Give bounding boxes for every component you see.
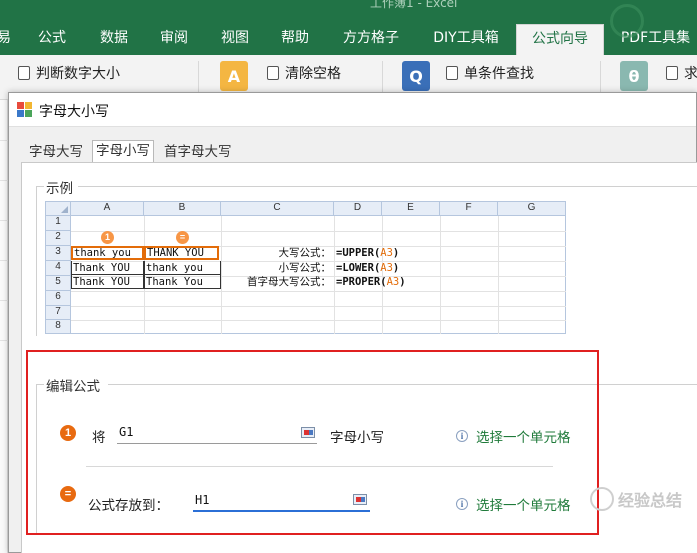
watermark-logo-icon — [590, 487, 614, 511]
cell-b5: Thank You — [144, 275, 221, 289]
col-header: F — [440, 202, 498, 216]
row-header: 2 — [46, 231, 71, 246]
app-logo-icon — [17, 102, 33, 118]
ribbon-judge-number[interactable]: 判断数字大小 — [18, 63, 120, 83]
row-header: 5 — [46, 276, 71, 291]
tab-partial[interactable]: 易 — [0, 24, 12, 55]
tab-proper-case[interactable]: 首字母大写 — [161, 142, 235, 163]
window-title: 工作簿1 - Excel — [370, 0, 458, 10]
cell-a5: Thank YOU — [71, 275, 144, 289]
tab-help[interactable]: 帮助 — [271, 24, 319, 55]
tab-view[interactable]: 视图 — [211, 24, 259, 55]
cell-a4: Thank YOU — [71, 261, 144, 275]
col-header: E — [382, 202, 440, 216]
label-proper: 首字母大写公式： — [247, 276, 331, 288]
lookup-function-icon[interactable]: Q — [402, 61, 430, 91]
example-spreadsheet: A B C D E F G 1 2 3 4 5 6 7 8 1 = thank … — [45, 201, 566, 334]
row-header: 7 — [46, 306, 71, 320]
tab-fangfang[interactable]: 方方格子 — [333, 24, 409, 55]
col-header: B — [144, 202, 221, 216]
cell-b4: thank you — [144, 261, 221, 275]
tab-diy-toolbox[interactable]: DIY工具箱 — [424, 24, 508, 55]
col-header: D — [334, 202, 382, 216]
example-group-label: 示例 — [44, 177, 75, 197]
math-function-icon[interactable]: θ — [620, 61, 648, 91]
cell-b3: THANK YOU — [144, 246, 219, 260]
label-upper: 大写公式： — [278, 247, 332, 259]
highlight-box — [26, 350, 599, 535]
col-header: C — [221, 202, 334, 216]
worksheet-edge — [0, 100, 8, 553]
watermark: 经验总结 — [590, 487, 682, 511]
ribbon-tab-bar: 工作簿1 - Excel 易 公式 数据 审阅 视图 帮助 方方格子 DIY工具… — [0, 0, 697, 55]
dialog-title-bar[interactable]: 字母大小写 — [9, 93, 696, 127]
tab-uppercase[interactable]: 字母大写 — [26, 142, 86, 163]
ribbon-single-lookup[interactable]: 单条件查找 — [446, 63, 534, 83]
row-header: 4 — [46, 261, 71, 276]
tab-review[interactable]: 审阅 — [150, 24, 198, 55]
tab-lowercase[interactable]: 字母小写 — [92, 140, 154, 163]
checkbox-icon — [18, 66, 30, 80]
formula-proper: =PROPER(A3) — [336, 276, 406, 288]
tab-data[interactable]: 数据 — [90, 24, 138, 55]
checkbox-icon — [666, 66, 678, 80]
row-header: 8 — [46, 320, 71, 334]
checkbox-icon — [267, 66, 279, 80]
formula-lower: =LOWER(A3) — [336, 262, 400, 274]
tab-formula-wizard[interactable]: 公式向导 — [516, 24, 604, 55]
cell-a3: thank you — [71, 246, 144, 260]
step2-badge: = — [176, 231, 189, 244]
label-lower: 小写公式： — [278, 262, 332, 274]
ribbon-clear-spaces[interactable]: 清除空格 — [267, 63, 341, 83]
ribbon-separator — [198, 61, 199, 95]
step1-badge: 1 — [101, 231, 114, 244]
col-header: G — [498, 202, 566, 216]
ribbon-separator — [382, 61, 383, 95]
col-header: A — [71, 202, 144, 216]
group-border — [36, 186, 37, 336]
tab-formulas[interactable]: 公式 — [28, 24, 76, 55]
row-header: 6 — [46, 291, 71, 306]
checkbox-icon — [446, 66, 458, 80]
row-header: 1 — [46, 216, 71, 231]
group-border — [78, 186, 697, 187]
formula-upper: =UPPER(A3) — [336, 247, 400, 259]
ribbon-sum-partial[interactable]: 求 — [666, 63, 697, 83]
row-header: 3 — [46, 246, 71, 261]
select-all-corner — [46, 202, 71, 216]
excel-logo-icon — [610, 4, 644, 38]
ribbon-separator — [600, 61, 601, 95]
text-function-icon[interactable]: A — [220, 61, 248, 91]
group-border — [36, 186, 44, 187]
dialog-title: 字母大小写 — [39, 104, 109, 120]
